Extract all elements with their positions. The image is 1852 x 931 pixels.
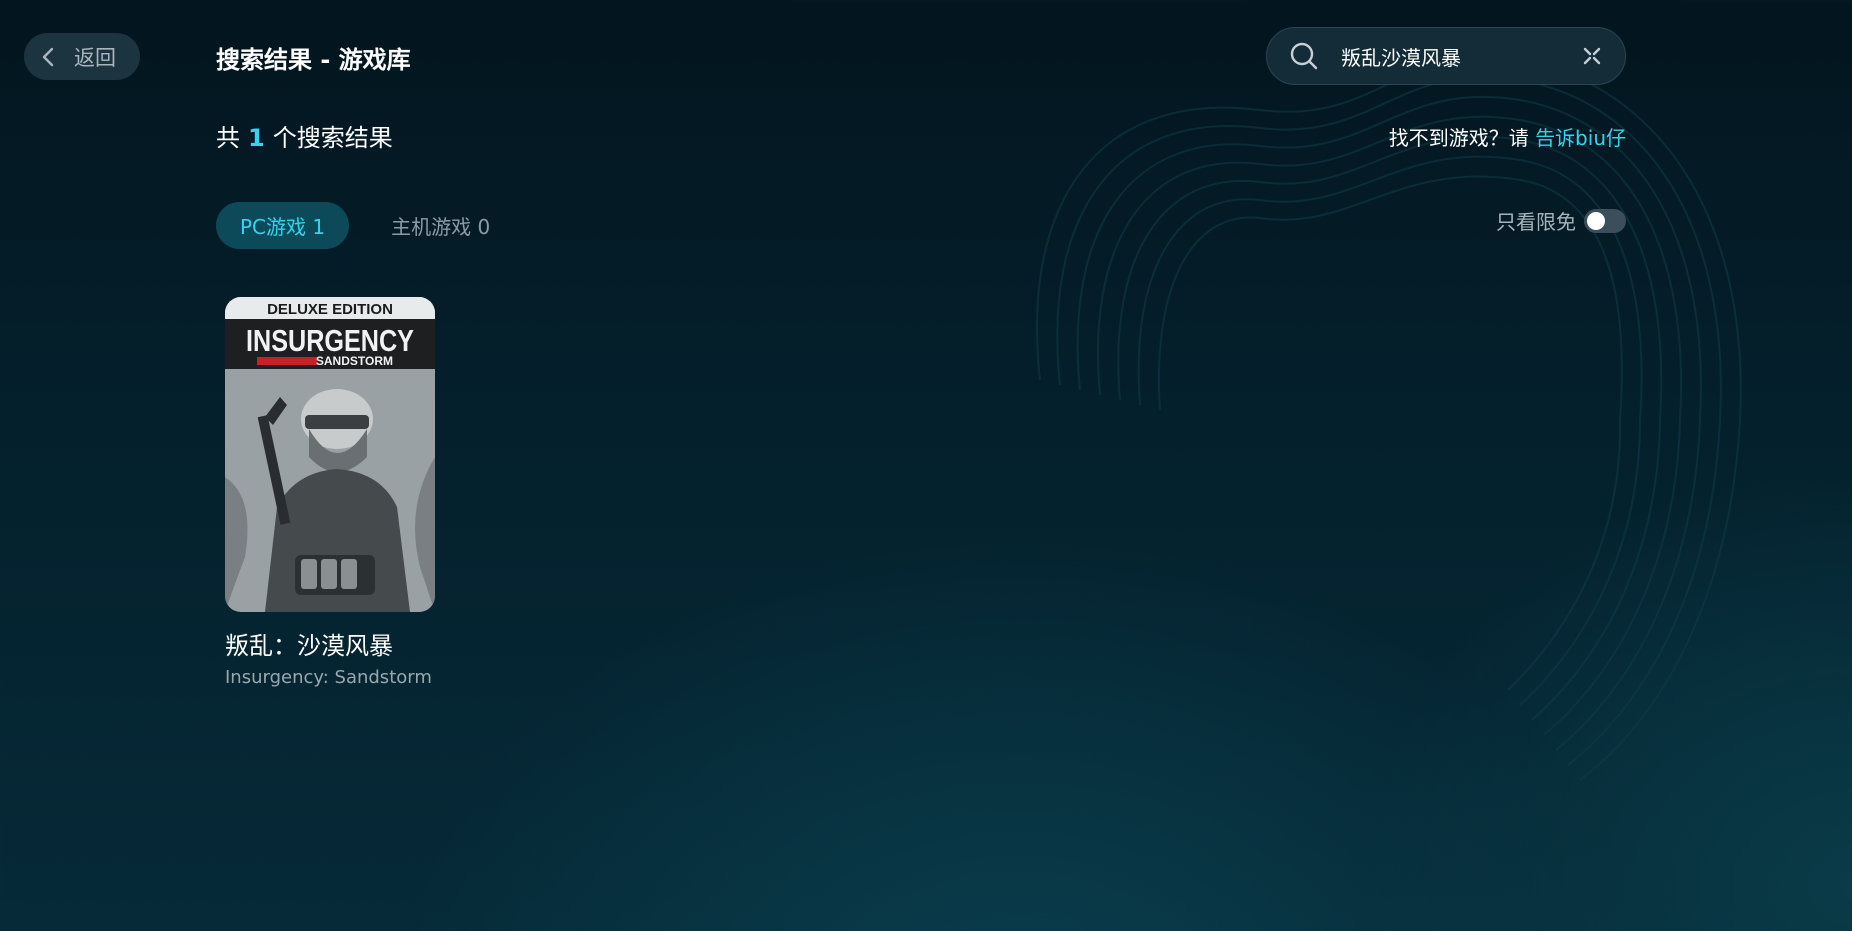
result-count: 共 1 个搜索结果 — [216, 118, 393, 153]
game-card[interactable]: DELUXE EDITION INSURGENCY SANDSTORM 叛乱：沙… — [225, 297, 435, 688]
tab-console-games[interactable]: 主机游戏 0 — [367, 202, 514, 249]
result-count-prefix: 共 — [216, 124, 240, 152]
toggle-knob — [1587, 211, 1605, 230]
feedback-link[interactable]: 告诉biu仔 — [1535, 126, 1626, 150]
cover-edition-text: DELUXE EDITION — [267, 301, 393, 318]
search-icon — [1290, 42, 1318, 70]
search-input[interactable] — [1339, 43, 1581, 69]
free-only-filter: 只看限免 — [1496, 206, 1626, 235]
page-title: 搜索结果 - 游戏库 — [216, 46, 411, 74]
back-button[interactable]: 返回 — [24, 33, 140, 80]
result-count-number: 1 — [248, 124, 265, 152]
tab-pc-games[interactable]: PC游戏 1 — [216, 202, 350, 249]
game-title-en: Insurgency: Sandstorm — [225, 667, 432, 688]
free-only-toggle[interactable] — [1584, 208, 1626, 233]
free-only-label: 只看限免 — [1496, 210, 1576, 234]
cover-subtitle-text: SANDSTORM — [316, 354, 393, 368]
chevron-left-icon — [42, 47, 54, 66]
platform-tabs: PC游戏 1 主机游戏 0 — [216, 202, 514, 249]
search-box[interactable] — [1266, 27, 1626, 85]
cover-title-text: INSURGENCY — [246, 323, 414, 358]
game-cover-image: DELUXE EDITION INSURGENCY SANDSTORM — [225, 297, 435, 612]
result-count-suffix: 个搜索结果 — [272, 124, 393, 152]
feedback-text: 找不到游戏？请 — [1388, 126, 1529, 150]
game-title-cn: 叛乱：沙漠风暴 — [225, 632, 393, 660]
back-label: 返回 — [74, 45, 116, 70]
feedback-prompt: 找不到游戏？请 告诉biu仔 — [1389, 122, 1626, 151]
clear-icon[interactable] — [1581, 45, 1603, 67]
